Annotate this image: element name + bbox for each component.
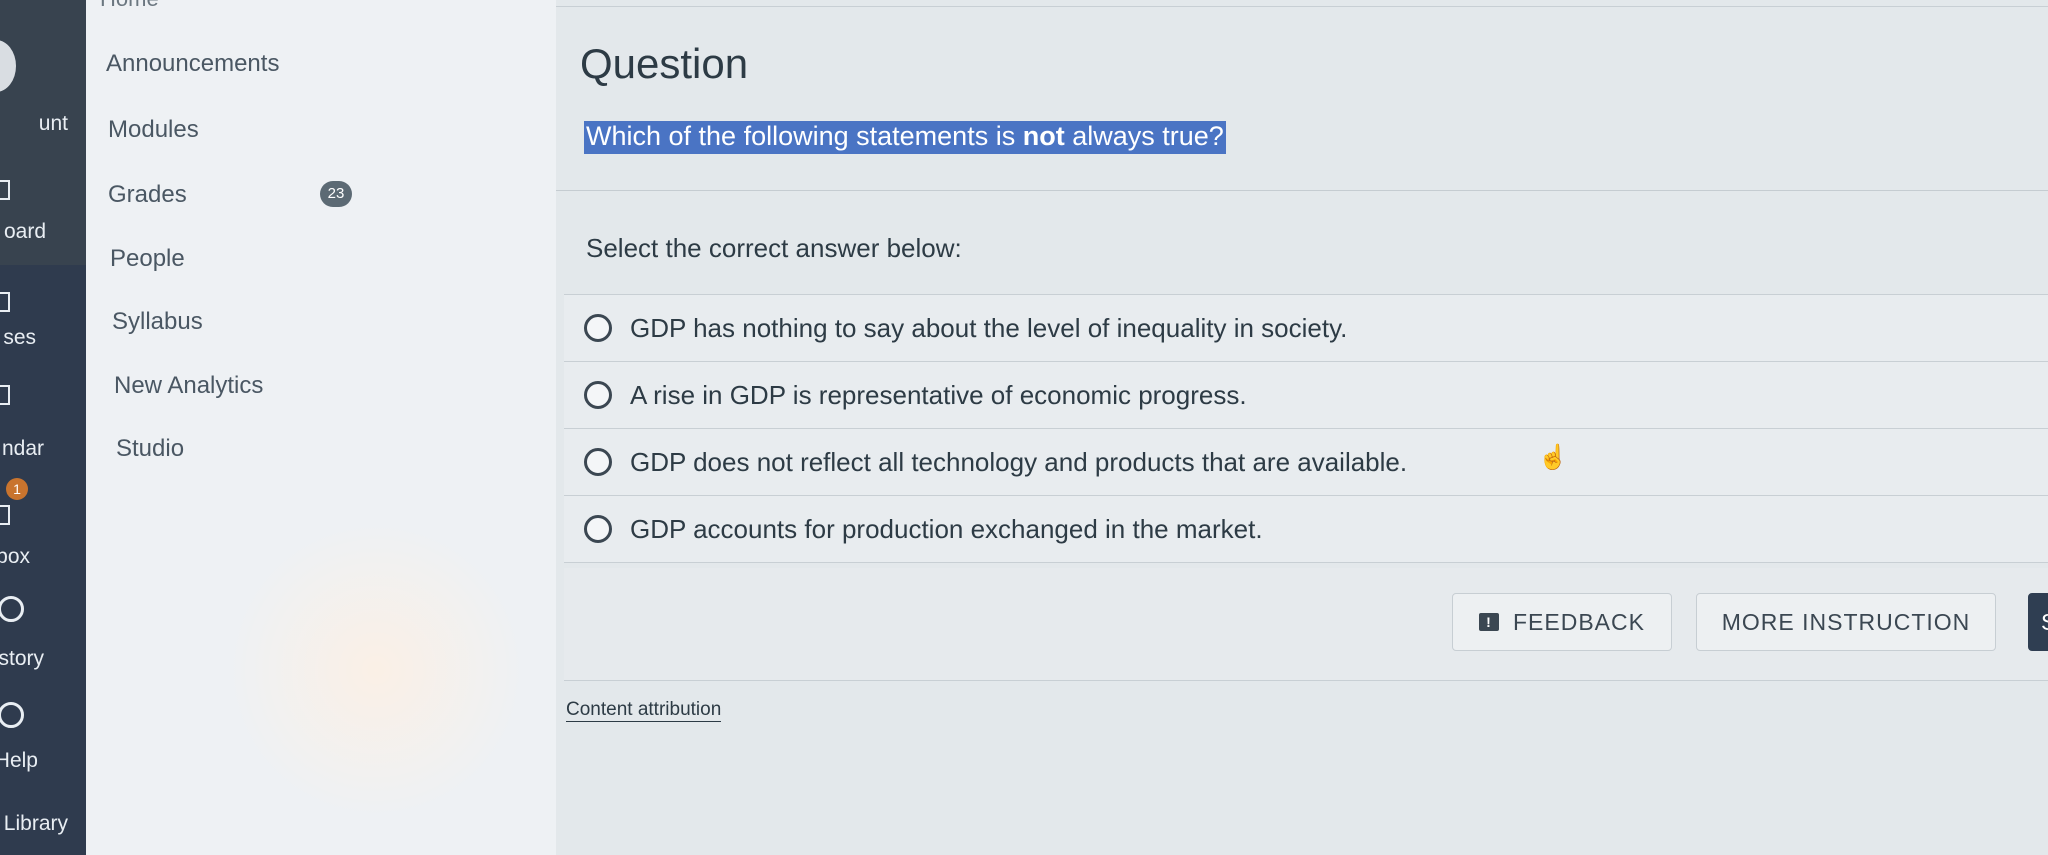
global-nav-help-label: Help xyxy=(0,749,38,772)
feedback-button[interactable]: ! FEEDBACK xyxy=(1452,593,1672,651)
answer-label: GDP has nothing to say about the level o… xyxy=(630,313,1348,343)
question-text-start: Which of the following statements is xyxy=(586,121,1023,151)
question-text: Which of the following statements is not… xyxy=(584,121,1226,154)
submit-button[interactable]: S xyxy=(2028,593,2048,651)
answer-option[interactable]: GDP accounts for production exchanged in… xyxy=(564,495,2048,563)
question-text-emphasis: not xyxy=(1022,121,1065,151)
course-nav-home[interactable]: Home xyxy=(100,0,159,12)
courses-icon xyxy=(0,292,10,312)
global-nav-account-label: unt xyxy=(38,112,68,135)
question-text-end: always true? xyxy=(1064,121,1224,151)
radio-button[interactable] xyxy=(584,381,612,409)
course-nav: Home Announcements Modules Grades 23 Peo… xyxy=(86,0,556,855)
question-divider xyxy=(556,190,2048,191)
global-nav-history-label: story xyxy=(0,647,44,670)
hand-pointer-icon: ☝ xyxy=(1538,444,1568,471)
course-nav-studio[interactable]: Studio xyxy=(116,435,184,463)
course-nav-syllabus[interactable]: Syllabus xyxy=(112,308,203,336)
course-nav-people[interactable]: People xyxy=(110,245,185,273)
answer-label: GDP accounts for production exchanged in… xyxy=(630,514,1263,544)
history-icon xyxy=(0,596,24,622)
answer-list: GDP has nothing to say about the level o… xyxy=(564,294,2048,563)
help-icon xyxy=(0,702,24,728)
feedback-icon: ! xyxy=(1479,613,1499,631)
action-bar: ! FEEDBACK MORE INSTRUCTION S xyxy=(564,568,2048,681)
global-nav-calendar-label: ndar xyxy=(1,437,44,460)
radio-button[interactable] xyxy=(584,515,612,543)
global-nav-library-label: Library xyxy=(3,812,68,835)
header-divider xyxy=(556,6,2048,7)
radio-button[interactable] xyxy=(584,314,612,342)
feedback-button-label: FEEDBACK xyxy=(1513,608,1645,635)
global-nav-dashboard-label: oard xyxy=(3,220,46,243)
course-nav-grades[interactable]: Grades xyxy=(108,181,187,209)
inbox-badge: 1 xyxy=(6,478,28,500)
course-nav-modules[interactable]: Modules xyxy=(108,116,199,144)
answer-label: GDP does not reflect all technology and … xyxy=(630,447,1408,477)
course-nav-new-analytics[interactable]: New Analytics xyxy=(114,372,263,400)
page-title: Question xyxy=(580,40,749,87)
answer-option[interactable]: GDP does not reflect all technology and … xyxy=(564,428,2048,495)
more-instruction-button[interactable]: MORE INSTRUCTION xyxy=(1696,593,1996,651)
answer-option[interactable]: A rise in GDP is representative of econo… xyxy=(564,361,2048,428)
more-instruction-button-label: MORE INSTRUCTION xyxy=(1721,608,1971,635)
answer-label: A rise in GDP is representative of econo… xyxy=(630,380,1247,410)
global-nav-courses-label: ses xyxy=(3,326,36,349)
submit-button-label: S xyxy=(2041,609,2048,636)
global-nav: unt oard ses ndar 1 box story Help Libra… xyxy=(0,0,86,855)
answer-prompt: Select the correct answer below: xyxy=(586,233,962,263)
inbox-icon xyxy=(0,505,10,525)
course-nav-announcements[interactable]: Announcements xyxy=(106,50,279,78)
answer-option[interactable]: GDP has nothing to say about the level o… xyxy=(564,294,2048,361)
screen-glare xyxy=(226,520,526,820)
dashboard-icon xyxy=(0,180,10,200)
grades-count-badge: 23 xyxy=(320,181,352,207)
main-content: Question Which of the following statemen… xyxy=(556,0,2048,855)
radio-button[interactable] xyxy=(584,448,612,476)
global-nav-inbox-label: box xyxy=(0,545,30,568)
calendar-icon xyxy=(0,385,10,405)
content-attribution-link[interactable]: Content attribution xyxy=(566,699,722,722)
